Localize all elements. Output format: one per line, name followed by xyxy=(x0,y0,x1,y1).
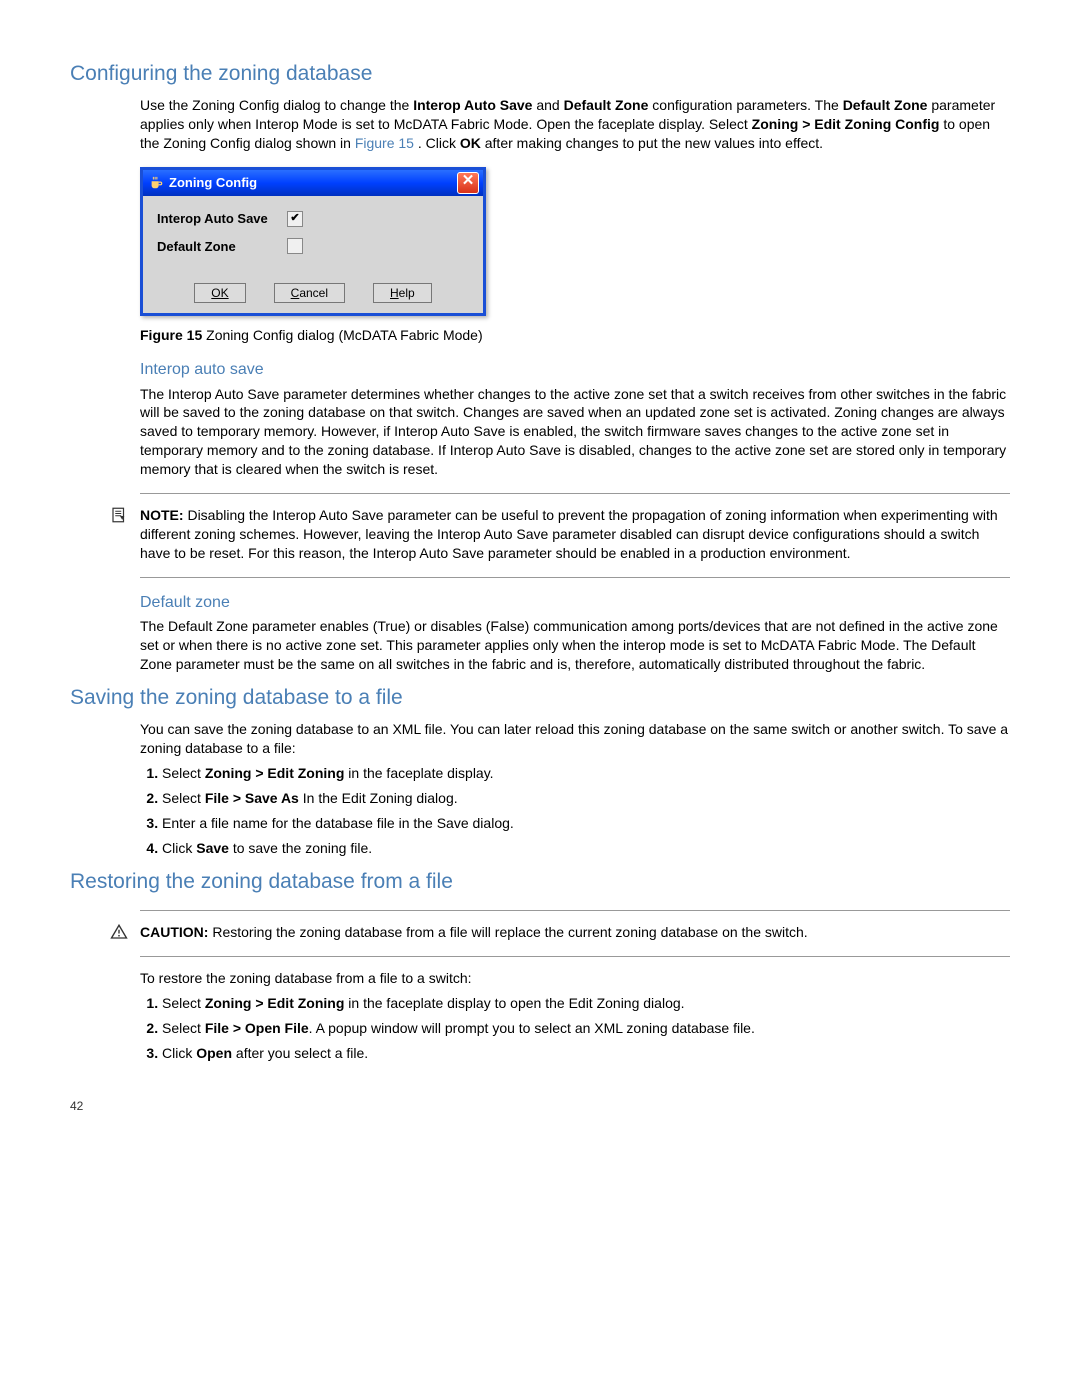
text: in the faceplate display to open the Edi… xyxy=(344,995,684,1011)
para-config-intro: Use the Zoning Config dialog to change t… xyxy=(140,96,1010,153)
text: . A popup window will prompt you to sele… xyxy=(309,1020,755,1036)
figure-label: Figure 15 xyxy=(140,327,202,343)
caution-icon xyxy=(110,923,128,948)
figure-caption-15: Figure 15 Zoning Config dialog (McDATA F… xyxy=(140,326,1010,345)
text: Click xyxy=(162,840,196,856)
label-interop-auto-save: Interop Auto Save xyxy=(157,210,287,228)
list-item: Select File > Open File. A popup window … xyxy=(162,1019,1010,1038)
cancel-button[interactable]: Cancel xyxy=(274,283,345,303)
bold: Zoning > Edit Zoning xyxy=(205,765,345,781)
separator xyxy=(140,910,1010,911)
caution-block: CAUTION: Restoring the zoning database f… xyxy=(140,923,1010,942)
text: after you select a file. xyxy=(232,1045,368,1061)
list-item: Select Zoning > Edit Zoning in the facep… xyxy=(162,994,1010,1013)
list-item: Click Save to save the zoning file. xyxy=(162,839,1010,858)
heading-restoring: Restoring the zoning database from a fil… xyxy=(70,868,1010,896)
bold: Open xyxy=(196,1045,232,1061)
list-item: Select Zoning > Edit Zoning in the facep… xyxy=(162,764,1010,783)
ok-button[interactable]: OK xyxy=(194,283,245,303)
text: Select xyxy=(162,765,205,781)
steps-saving: Select Zoning > Edit Zoning in the facep… xyxy=(140,764,1010,858)
bold: Save xyxy=(196,840,229,856)
caution-label: CAUTION: xyxy=(140,924,208,940)
dialog-titlebar: Zoning Config ✕ xyxy=(143,170,483,196)
separator xyxy=(140,577,1010,578)
text: Select xyxy=(162,790,205,806)
text: Select xyxy=(162,1020,205,1036)
steps-restoring: Select Zoning > Edit Zoning in the facep… xyxy=(140,994,1010,1063)
page-number: 42 xyxy=(70,1098,83,1114)
para-interop-auto-save: The Interop Auto Save parameter determin… xyxy=(140,385,1010,479)
text: in the faceplate display. xyxy=(344,765,493,781)
checkbox-interop-auto-save[interactable]: ✔ xyxy=(287,211,303,227)
close-icon[interactable]: ✕ xyxy=(457,172,479,194)
label-default-zone: Default Zone xyxy=(157,238,287,256)
text: configuration parameters. The xyxy=(652,97,842,113)
row-default-zone: Default Zone xyxy=(157,238,469,256)
coffee-cup-icon xyxy=(149,176,163,190)
para-default-zone: The Default Zone parameter enables (True… xyxy=(140,617,1010,674)
list-item: Enter a file name for the database file … xyxy=(162,814,1010,833)
para-restoring-intro: To restore the zoning database from a fi… xyxy=(140,969,1010,988)
list-item: Select File > Save As In the Edit Zoning… xyxy=(162,789,1010,808)
text: Select xyxy=(162,995,205,1011)
bold-interop-auto-save: Interop Auto Save xyxy=(413,97,532,113)
note-label: NOTE: xyxy=(140,507,184,523)
separator xyxy=(140,493,1010,494)
note-icon xyxy=(110,506,128,531)
zoning-config-dialog: Zoning Config ✕ Interop Auto Save ✔ Defa… xyxy=(140,167,486,316)
text: Enter a file name for the database file … xyxy=(162,815,514,831)
text: In the Edit Zoning dialog. xyxy=(299,790,458,806)
text: to save the zoning file. xyxy=(229,840,372,856)
subheading-interop-auto-save: Interop auto save xyxy=(140,359,1010,381)
text: Use the Zoning Config dialog to change t… xyxy=(140,97,413,113)
bold: Zoning > Edit Zoning xyxy=(205,995,345,1011)
row-interop-auto-save: Interop Auto Save ✔ xyxy=(157,210,469,228)
heading-saving: Saving the zoning database to a file xyxy=(70,684,1010,712)
dialog-title: Zoning Config xyxy=(169,174,257,192)
figure-dialog: Zoning Config ✕ Interop Auto Save ✔ Defa… xyxy=(140,167,1010,316)
bold-default-zone: Default Zone xyxy=(564,97,649,113)
heading-configuring: Configuring the zoning database xyxy=(70,60,1010,88)
para-saving-intro: You can save the zoning database to an X… xyxy=(140,720,1010,758)
separator xyxy=(140,956,1010,957)
note-text: Disabling the Interop Auto Save paramete… xyxy=(140,507,998,561)
subheading-default-zone: Default zone xyxy=(140,592,1010,614)
checkbox-default-zone[interactable] xyxy=(287,238,303,254)
caution-text: Restoring the zoning database from a fil… xyxy=(212,924,807,940)
bold-ok: OK xyxy=(460,135,481,151)
text: . Click xyxy=(418,135,460,151)
figure-link-15[interactable]: Figure 15 xyxy=(355,135,414,151)
bold-menu-path: Zoning > Edit Zoning Config xyxy=(752,116,940,132)
figure-text: Zoning Config dialog (McDATA Fabric Mode… xyxy=(206,327,482,343)
bold-default-zone-2: Default Zone xyxy=(843,97,928,113)
text: Click xyxy=(162,1045,196,1061)
text: after making changes to put the new valu… xyxy=(485,135,823,151)
text: and xyxy=(536,97,563,113)
help-button[interactable]: Help xyxy=(373,283,432,303)
bold: File > Save As xyxy=(205,790,299,806)
note-block: NOTE: Disabling the Interop Auto Save pa… xyxy=(140,506,1010,563)
list-item: Click Open after you select a file. xyxy=(162,1044,1010,1063)
bold: File > Open File xyxy=(205,1020,309,1036)
